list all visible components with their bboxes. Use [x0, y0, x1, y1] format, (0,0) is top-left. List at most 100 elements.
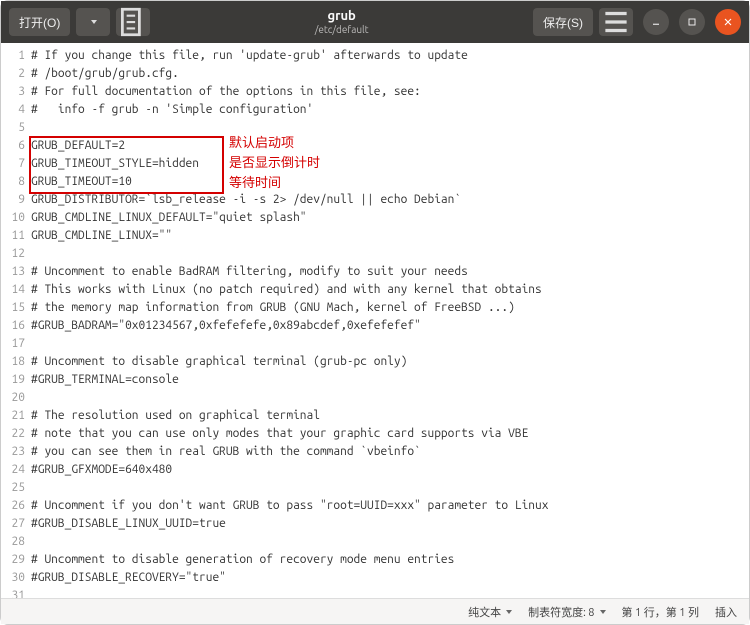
code-text: # The resolution used on graphical termi… [31, 407, 749, 425]
window-title: grub [156, 9, 527, 23]
code-line[interactable]: 16#GRUB_BADRAM="0x01234567,0xfefefefe,0x… [1, 317, 749, 335]
code-line[interactable]: 25 [1, 479, 749, 497]
code-text: #GRUB_GFXMODE=640x480 [31, 461, 749, 479]
code-text: # If you change this file, run 'update-g… [31, 47, 749, 65]
line-number: 2 [1, 65, 31, 83]
minimize-icon [650, 16, 662, 28]
maximize-button[interactable] [679, 9, 705, 35]
syntax-selector[interactable]: 纯文本 [468, 604, 512, 620]
code-text: #GRUB_TERMINAL=console [31, 371, 749, 389]
code-line[interactable]: 5 [1, 119, 749, 137]
code-text: # Uncomment to enable BadRAM filtering, … [31, 263, 749, 281]
line-number: 29 [1, 551, 31, 569]
code-text: GRUB_TIMEOUT_STYLE=hidden [31, 155, 749, 173]
code-line[interactable]: 15# the memory map information from GRUB… [1, 299, 749, 317]
line-number: 31 [1, 587, 31, 598]
line-number: 11 [1, 227, 31, 245]
code-line[interactable]: 26# Uncomment if you don't want GRUB to … [1, 497, 749, 515]
line-number: 22 [1, 425, 31, 443]
line-number: 23 [1, 443, 31, 461]
code-line[interactable]: 12 [1, 245, 749, 263]
line-number: 4 [1, 101, 31, 119]
code-text [31, 119, 749, 137]
cursor-position: 第 1 行，第 1 列 [622, 604, 699, 620]
line-number: 21 [1, 407, 31, 425]
code-line[interactable]: 4# info -f grub -n 'Simple configuration… [1, 101, 749, 119]
line-number: 24 [1, 461, 31, 479]
code-text: # For full documentation of the options … [31, 83, 749, 101]
chevron-down-icon [91, 20, 97, 24]
text-editor[interactable]: 1# If you change this file, run 'update-… [1, 43, 749, 598]
code-text: GRUB_CMDLINE_LINUX="" [31, 227, 749, 245]
line-number: 8 [1, 173, 31, 191]
code-text: GRUB_DISTRIBUTOR=`lsb_release -i -s 2> /… [31, 191, 749, 209]
line-number: 6 [1, 137, 31, 155]
code-line[interactable]: 10GRUB_CMDLINE_LINUX_DEFAULT="quiet spla… [1, 209, 749, 227]
chevron-down-icon [600, 610, 606, 614]
code-line[interactable]: 7GRUB_TIMEOUT_STYLE=hidden [1, 155, 749, 173]
code-text: # you can see them in real GRUB with the… [31, 443, 749, 461]
code-text [31, 479, 749, 497]
code-line[interactable]: 3# For full documentation of the options… [1, 83, 749, 101]
line-number: 28 [1, 533, 31, 551]
line-number: 10 [1, 209, 31, 227]
code-line[interactable]: 19#GRUB_TERMINAL=console [1, 371, 749, 389]
new-document-icon [116, 5, 150, 39]
maximize-icon [686, 16, 698, 28]
line-number: 20 [1, 389, 31, 407]
save-button[interactable]: 保存(S) [533, 8, 593, 36]
hamburger-menu-button[interactable] [599, 8, 633, 36]
code-text: #GRUB_DISABLE_RECOVERY="true" [31, 569, 749, 587]
line-number: 18 [1, 353, 31, 371]
code-line[interactable]: 9GRUB_DISTRIBUTOR=`lsb_release -i -s 2> … [1, 191, 749, 209]
code-text: # info -f grub -n 'Simple configuration' [31, 101, 749, 119]
code-line[interactable]: 6GRUB_DEFAULT=2 [1, 137, 749, 155]
code-text: # note that you can use only modes that … [31, 425, 749, 443]
code-line[interactable]: 28 [1, 533, 749, 551]
open-button[interactable]: 打开(O) [9, 8, 70, 36]
code-text [31, 335, 749, 353]
new-tab-button[interactable] [116, 8, 150, 36]
position-label: 第 1 行，第 1 列 [622, 604, 699, 620]
code-text [31, 389, 749, 407]
line-number: 19 [1, 371, 31, 389]
code-line[interactable]: 8GRUB_TIMEOUT=10 [1, 173, 749, 191]
code-text: #GRUB_BADRAM="0x01234567,0xfefefefe,0x89… [31, 317, 749, 335]
open-dropdown-button[interactable] [76, 8, 110, 36]
code-line[interactable]: 24#GRUB_GFXMODE=640x480 [1, 461, 749, 479]
code-line[interactable]: 11GRUB_CMDLINE_LINUX="" [1, 227, 749, 245]
line-number: 13 [1, 263, 31, 281]
code-text: GRUB_DEFAULT=2 [31, 137, 749, 155]
code-line[interactable]: 17 [1, 335, 749, 353]
close-button[interactable] [715, 9, 741, 35]
tabwidth-label: 制表符宽度: 8 [528, 604, 594, 620]
code-text: #GRUB_DISABLE_LINUX_UUID=true [31, 515, 749, 533]
code-text: # Uncomment to disable generation of rec… [31, 551, 749, 569]
code-line[interactable]: 30#GRUB_DISABLE_RECOVERY="true" [1, 569, 749, 587]
code-line[interactable]: 29# Uncomment to disable generation of r… [1, 551, 749, 569]
code-text: GRUB_TIMEOUT=10 [31, 173, 749, 191]
code-line[interactable]: 21# The resolution used on graphical ter… [1, 407, 749, 425]
code-line[interactable]: 27#GRUB_DISABLE_LINUX_UUID=true [1, 515, 749, 533]
line-number: 26 [1, 497, 31, 515]
code-line[interactable]: 23# you can see them in real GRUB with t… [1, 443, 749, 461]
minimize-button[interactable] [643, 9, 669, 35]
code-line[interactable]: 2# /boot/grub/grub.cfg. [1, 65, 749, 83]
code-line[interactable]: 1# If you change this file, run 'update-… [1, 47, 749, 65]
code-line[interactable]: 22# note that you can use only modes tha… [1, 425, 749, 443]
syntax-label: 纯文本 [468, 604, 501, 620]
code-line[interactable]: 18# Uncomment to disable graphical termi… [1, 353, 749, 371]
line-number: 14 [1, 281, 31, 299]
mode-label: 插入 [715, 604, 737, 620]
line-number: 25 [1, 479, 31, 497]
code-line[interactable]: 14# This works with Linux (no patch requ… [1, 281, 749, 299]
code-line[interactable]: 20 [1, 389, 749, 407]
code-line[interactable]: 13# Uncomment to enable BadRAM filtering… [1, 263, 749, 281]
code-text [31, 587, 749, 598]
line-number: 30 [1, 569, 31, 587]
tabwidth-selector[interactable]: 制表符宽度: 8 [528, 604, 605, 620]
insert-mode[interactable]: 插入 [715, 604, 737, 620]
code-line[interactable]: 31 [1, 587, 749, 598]
code-text: # This works with Linux (no patch requir… [31, 281, 749, 299]
line-number: 17 [1, 335, 31, 353]
